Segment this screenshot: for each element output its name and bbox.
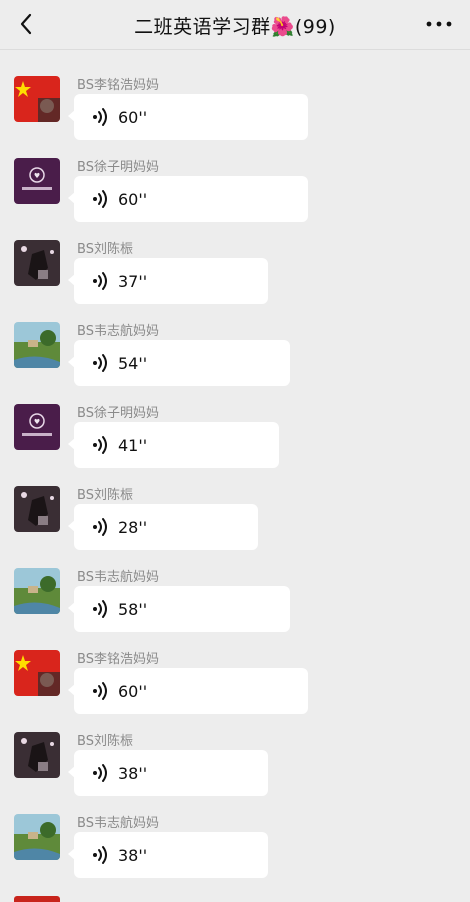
voice-wave-icon xyxy=(92,681,110,701)
voice-message-bubble[interactable]: 38'' xyxy=(68,750,268,796)
message-row: ♥ BS徐子明妈妈 60'' xyxy=(0,144,470,226)
sender-name: BS韦志航妈妈 xyxy=(77,570,159,585)
voice-duration: 37'' xyxy=(118,271,148,291)
message-row: BS韦志航妈妈 58'' xyxy=(0,554,470,636)
avatar[interactable] xyxy=(14,732,60,778)
voice-message-bubble[interactable]: 37'' xyxy=(68,258,268,304)
voice-message-bubble[interactable]: 60'' xyxy=(68,94,308,140)
avatar[interactable] xyxy=(14,322,60,368)
voice-message-bubble[interactable]: 54'' xyxy=(68,340,290,386)
message-row: BS刘陈桭 28'' xyxy=(0,472,470,554)
voice-wave-icon xyxy=(92,271,110,291)
voice-duration: 41'' xyxy=(118,435,148,455)
chat-header: 二班英语学习群🌺(99) xyxy=(0,0,470,50)
voice-message-bubble[interactable]: 28'' xyxy=(68,504,258,550)
avatar[interactable] xyxy=(14,486,60,532)
voice-wave-icon xyxy=(92,517,110,537)
message-row: ♥ BS徐子明妈妈 41'' xyxy=(0,390,470,472)
message-row: BS刘陈桭 38'' xyxy=(0,718,470,800)
voice-message-bubble[interactable]: 58'' xyxy=(68,586,290,632)
message-row: BS李铭浩妈妈 60'' xyxy=(0,62,470,144)
sender-name: BS徐子明妈妈 xyxy=(77,406,159,421)
voice-duration: 28'' xyxy=(118,517,148,537)
ellipsis-icon xyxy=(426,21,452,27)
voice-wave-icon xyxy=(92,599,110,619)
voice-duration: 60'' xyxy=(118,107,148,127)
voice-duration: 38'' xyxy=(118,845,148,865)
voice-wave-icon xyxy=(92,435,110,455)
more-button[interactable] xyxy=(424,12,454,36)
message-row: BS李铭浩妈妈 60'' xyxy=(0,636,470,718)
sender-name: BS刘陈桭 xyxy=(77,488,133,503)
message-row: BS韦志航妈妈 54'' xyxy=(0,308,470,390)
avatar[interactable] xyxy=(14,568,60,614)
message-list[interactable]: BS李铭浩妈妈 60'' ♥ BS徐子明妈妈 60'' BS刘陈桭 37'' B… xyxy=(0,62,470,882)
svg-text:♥: ♥ xyxy=(34,172,40,180)
avatar[interactable]: ♥ xyxy=(14,158,60,204)
sender-name: BS李铭浩妈妈 xyxy=(77,652,159,667)
voice-duration: 60'' xyxy=(118,681,148,701)
avatar-partial xyxy=(14,896,60,902)
sender-name: BS韦志航妈妈 xyxy=(77,324,159,339)
sender-name: BS刘陈桭 xyxy=(77,242,133,257)
voice-wave-icon xyxy=(92,189,110,209)
voice-wave-icon xyxy=(92,107,110,127)
message-row: BS刘陈桭 37'' xyxy=(0,226,470,308)
avatar[interactable] xyxy=(14,76,60,122)
sender-name: BS李铭浩妈妈 xyxy=(77,78,159,93)
svg-text:♥: ♥ xyxy=(34,418,40,426)
avatar[interactable] xyxy=(14,650,60,696)
avatar[interactable] xyxy=(14,814,60,860)
voice-wave-icon xyxy=(92,845,110,865)
message-row: BS韦志航妈妈 38'' xyxy=(0,800,470,882)
voice-wave-icon xyxy=(92,353,110,373)
voice-wave-icon xyxy=(92,763,110,783)
voice-message-bubble[interactable]: 41'' xyxy=(68,422,279,468)
sender-name: BS徐子明妈妈 xyxy=(77,160,159,175)
avatar[interactable] xyxy=(14,240,60,286)
sender-name: BS韦志航妈妈 xyxy=(77,816,159,831)
voice-duration: 38'' xyxy=(118,763,148,783)
voice-duration: 60'' xyxy=(118,189,148,209)
avatar[interactable]: ♥ xyxy=(14,404,60,450)
chat-title: 二班英语学习群🌺(99) xyxy=(134,16,336,38)
voice-message-bubble[interactable]: 60'' xyxy=(68,176,308,222)
partial-message-row xyxy=(0,882,470,902)
voice-duration: 54'' xyxy=(118,353,148,373)
voice-message-bubble[interactable]: 60'' xyxy=(68,668,308,714)
sender-name: BS刘陈桭 xyxy=(77,734,133,749)
voice-duration: 58'' xyxy=(118,599,148,619)
voice-message-bubble[interactable]: 38'' xyxy=(68,832,268,878)
